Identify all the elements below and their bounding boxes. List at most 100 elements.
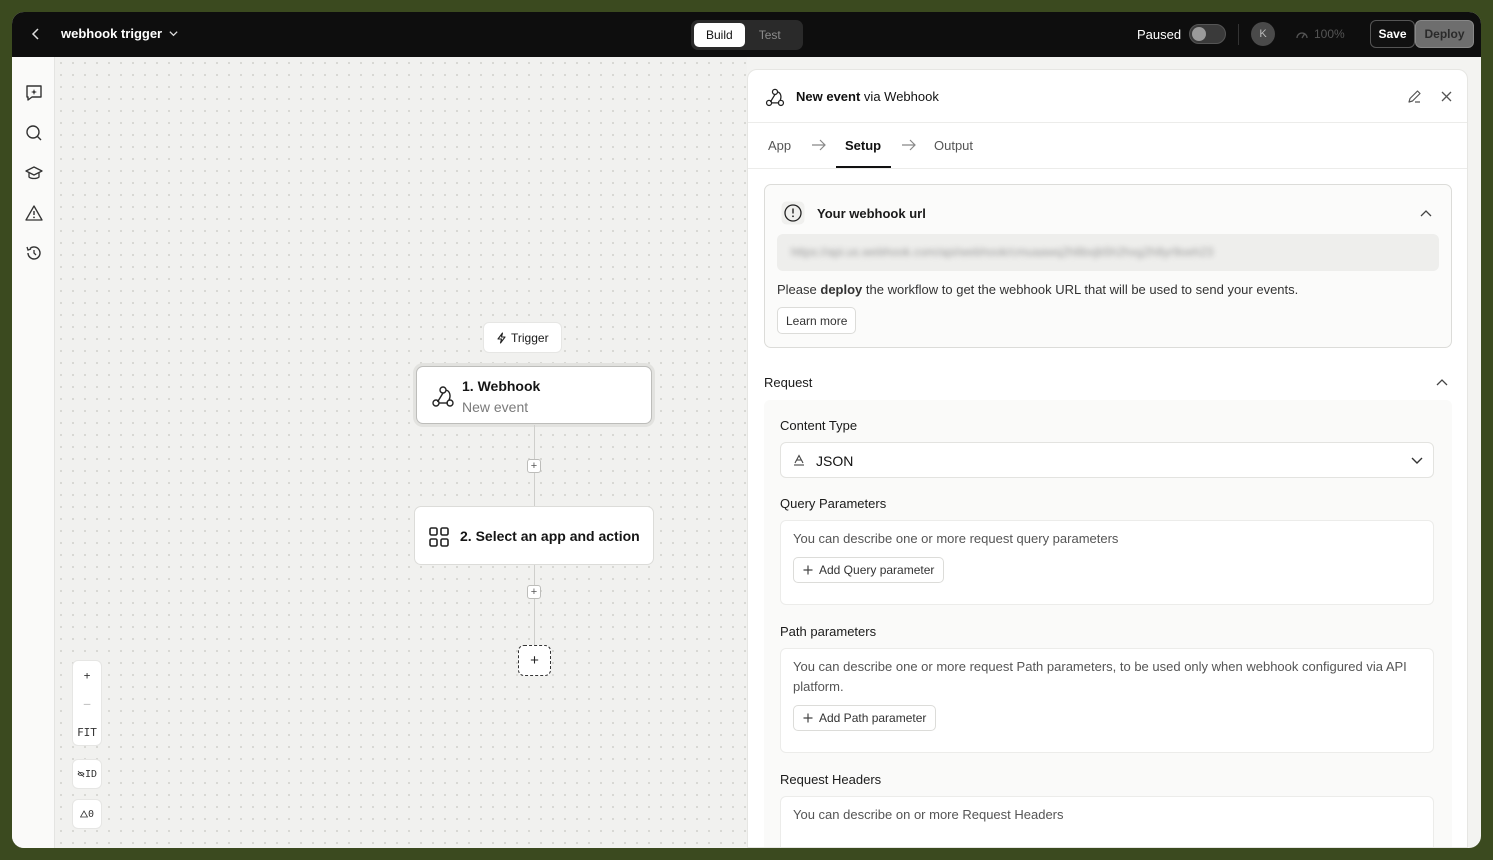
warnings-count: 0 xyxy=(87,808,95,820)
history-icon[interactable] xyxy=(23,242,45,264)
tab-app[interactable]: App xyxy=(768,138,791,153)
id-toggle-label: ID xyxy=(84,768,98,780)
test-mode-tab[interactable]: Test xyxy=(747,23,793,47)
left-sidebar xyxy=(12,57,55,848)
panel-header: New event via Webhook xyxy=(748,70,1467,123)
workflow-title-dropdown[interactable]: webhook trigger xyxy=(61,26,179,41)
webhook-icon xyxy=(765,88,785,107)
zoom-in-button[interactable]: + xyxy=(73,661,101,690)
learn-more-button[interactable]: Learn more xyxy=(777,307,857,334)
zoom-controls: + — FIT xyxy=(72,660,102,746)
query-params-card: You can describe one or more request que… xyxy=(780,520,1434,605)
warning-icon xyxy=(79,810,88,818)
workflow-title: webhook trigger xyxy=(61,26,163,41)
desc-text: the workflow to get the webhook URL that… xyxy=(862,282,1299,297)
deploy-button[interactable]: Deploy xyxy=(1415,20,1474,48)
add-step-button[interactable]: + xyxy=(527,459,541,473)
query-params-label: Query Parameters xyxy=(780,496,887,511)
arrow-right-icon xyxy=(812,139,826,151)
back-button[interactable] xyxy=(26,24,46,44)
webhook-url-value: https://api.us.webhook.com/api/webhook/c… xyxy=(791,245,1214,259)
chevron-up-icon[interactable] xyxy=(1420,209,1432,217)
gauge-icon xyxy=(1296,32,1308,39)
add-step-button[interactable]: + xyxy=(527,585,541,599)
paused-toggle[interactable] xyxy=(1189,24,1226,44)
desc-bold: deploy xyxy=(820,282,863,297)
edit-icon[interactable] xyxy=(1407,89,1422,104)
chevron-up-icon[interactable] xyxy=(1436,378,1448,386)
node-title: 1. Webhook xyxy=(462,378,541,394)
text-type-icon xyxy=(794,454,804,466)
request-section-heading: Request xyxy=(764,375,813,390)
path-params-card: You can describe one or more request Pat… xyxy=(780,648,1434,753)
path-params-label: Path parameters xyxy=(780,624,877,639)
search-icon[interactable] xyxy=(23,122,45,144)
chevron-down-icon xyxy=(169,31,178,37)
step-tabs: App Setup Output xyxy=(748,123,1467,169)
plus-icon xyxy=(803,565,813,575)
plus-icon xyxy=(803,713,813,723)
request-headers-desc: You can describe on or more Request Head… xyxy=(793,807,1064,822)
tab-output[interactable]: Output xyxy=(934,138,973,153)
node-subtitle: New event xyxy=(462,399,529,415)
zoom-level: 100% xyxy=(1314,27,1345,41)
close-icon[interactable] xyxy=(1441,91,1452,102)
eye-off-icon xyxy=(77,770,85,778)
trigger-label: Trigger xyxy=(511,330,549,345)
desc-text: Please xyxy=(777,282,821,297)
id-toggle-button[interactable]: ID xyxy=(72,759,102,789)
panel-title-app: Webhook xyxy=(884,89,939,104)
panel-title-via: via xyxy=(860,89,885,104)
panel-title: New event via Webhook xyxy=(796,89,939,104)
connector-line xyxy=(534,565,535,645)
request-headers-label: Request Headers xyxy=(780,772,882,787)
webhook-icon xyxy=(432,386,454,407)
toggle-knob xyxy=(1192,27,1206,41)
ai-chat-icon[interactable] xyxy=(23,82,45,104)
webhook-description: Please deploy the workflow to get the we… xyxy=(777,282,1298,297)
request-headers-card: You can describe on or more Request Head… xyxy=(780,796,1434,847)
zoom-out-button[interactable]: — xyxy=(73,690,101,719)
app-window: webhook trigger Build Test Paused K 100%… xyxy=(12,12,1481,848)
add-path-parameter-button[interactable]: Add Path parameter xyxy=(793,705,937,731)
webhook-url-field[interactable]: https://api.us.webhook.com/api/webhook/c… xyxy=(777,234,1439,271)
build-mode-tab[interactable]: Build xyxy=(694,23,745,47)
add-final-step-button[interactable]: + xyxy=(518,645,551,676)
add-query-parameter-label: Add Query parameter xyxy=(819,563,935,577)
active-tab-underline xyxy=(836,166,891,168)
trigger-chip: Trigger xyxy=(483,322,562,353)
chevron-left-icon xyxy=(31,28,39,40)
webhook-url-heading: Your webhook url xyxy=(817,206,926,221)
webhook-node[interactable]: 1. Webhook New event xyxy=(416,366,652,424)
content-type-value: JSON xyxy=(816,453,854,469)
webhook-url-card: Your webhook url https://api.us.webhook.… xyxy=(764,184,1452,348)
query-params-desc: You can describe one or more request que… xyxy=(793,531,1119,546)
warning-icon[interactable] xyxy=(23,202,45,224)
zoom-indicator: 100% xyxy=(1295,27,1345,41)
workflow-canvas[interactable]: Trigger 1. Webhook New event + 2. Select… xyxy=(55,57,747,848)
chevron-down-icon xyxy=(1411,457,1423,464)
divider xyxy=(1238,24,1239,45)
add-path-parameter-label: Add Path parameter xyxy=(819,711,927,725)
top-bar: webhook trigger Build Test Paused K 100%… xyxy=(12,12,1481,57)
fit-view-button[interactable]: FIT xyxy=(73,718,101,747)
tab-setup[interactable]: Setup xyxy=(845,138,881,153)
node-title: 2. Select an app and action xyxy=(460,528,640,544)
select-app-node[interactable]: 2. Select an app and action xyxy=(414,506,654,565)
mode-switch: Build Test xyxy=(691,20,803,50)
content-type-select[interactable]: JSON xyxy=(780,442,1434,478)
content-type-label: Content Type xyxy=(780,418,858,433)
user-avatar[interactable]: K xyxy=(1251,22,1275,46)
paused-label: Paused xyxy=(1137,27,1182,42)
lightning-icon xyxy=(497,331,506,344)
panel-title-event: New event xyxy=(796,89,861,104)
apps-grid-icon xyxy=(429,527,449,547)
info-alert-icon xyxy=(781,201,805,225)
warnings-count-button[interactable]: 0 xyxy=(72,799,102,829)
save-button[interactable]: Save xyxy=(1370,20,1415,48)
learn-icon[interactable] xyxy=(23,162,45,184)
path-params-desc: You can describe one or more request Pat… xyxy=(793,659,1407,694)
add-query-parameter-button[interactable]: Add Query parameter xyxy=(793,557,945,583)
request-section: Content Type JSON Query Parameters You c… xyxy=(764,400,1452,847)
arrow-right-icon xyxy=(902,139,916,151)
